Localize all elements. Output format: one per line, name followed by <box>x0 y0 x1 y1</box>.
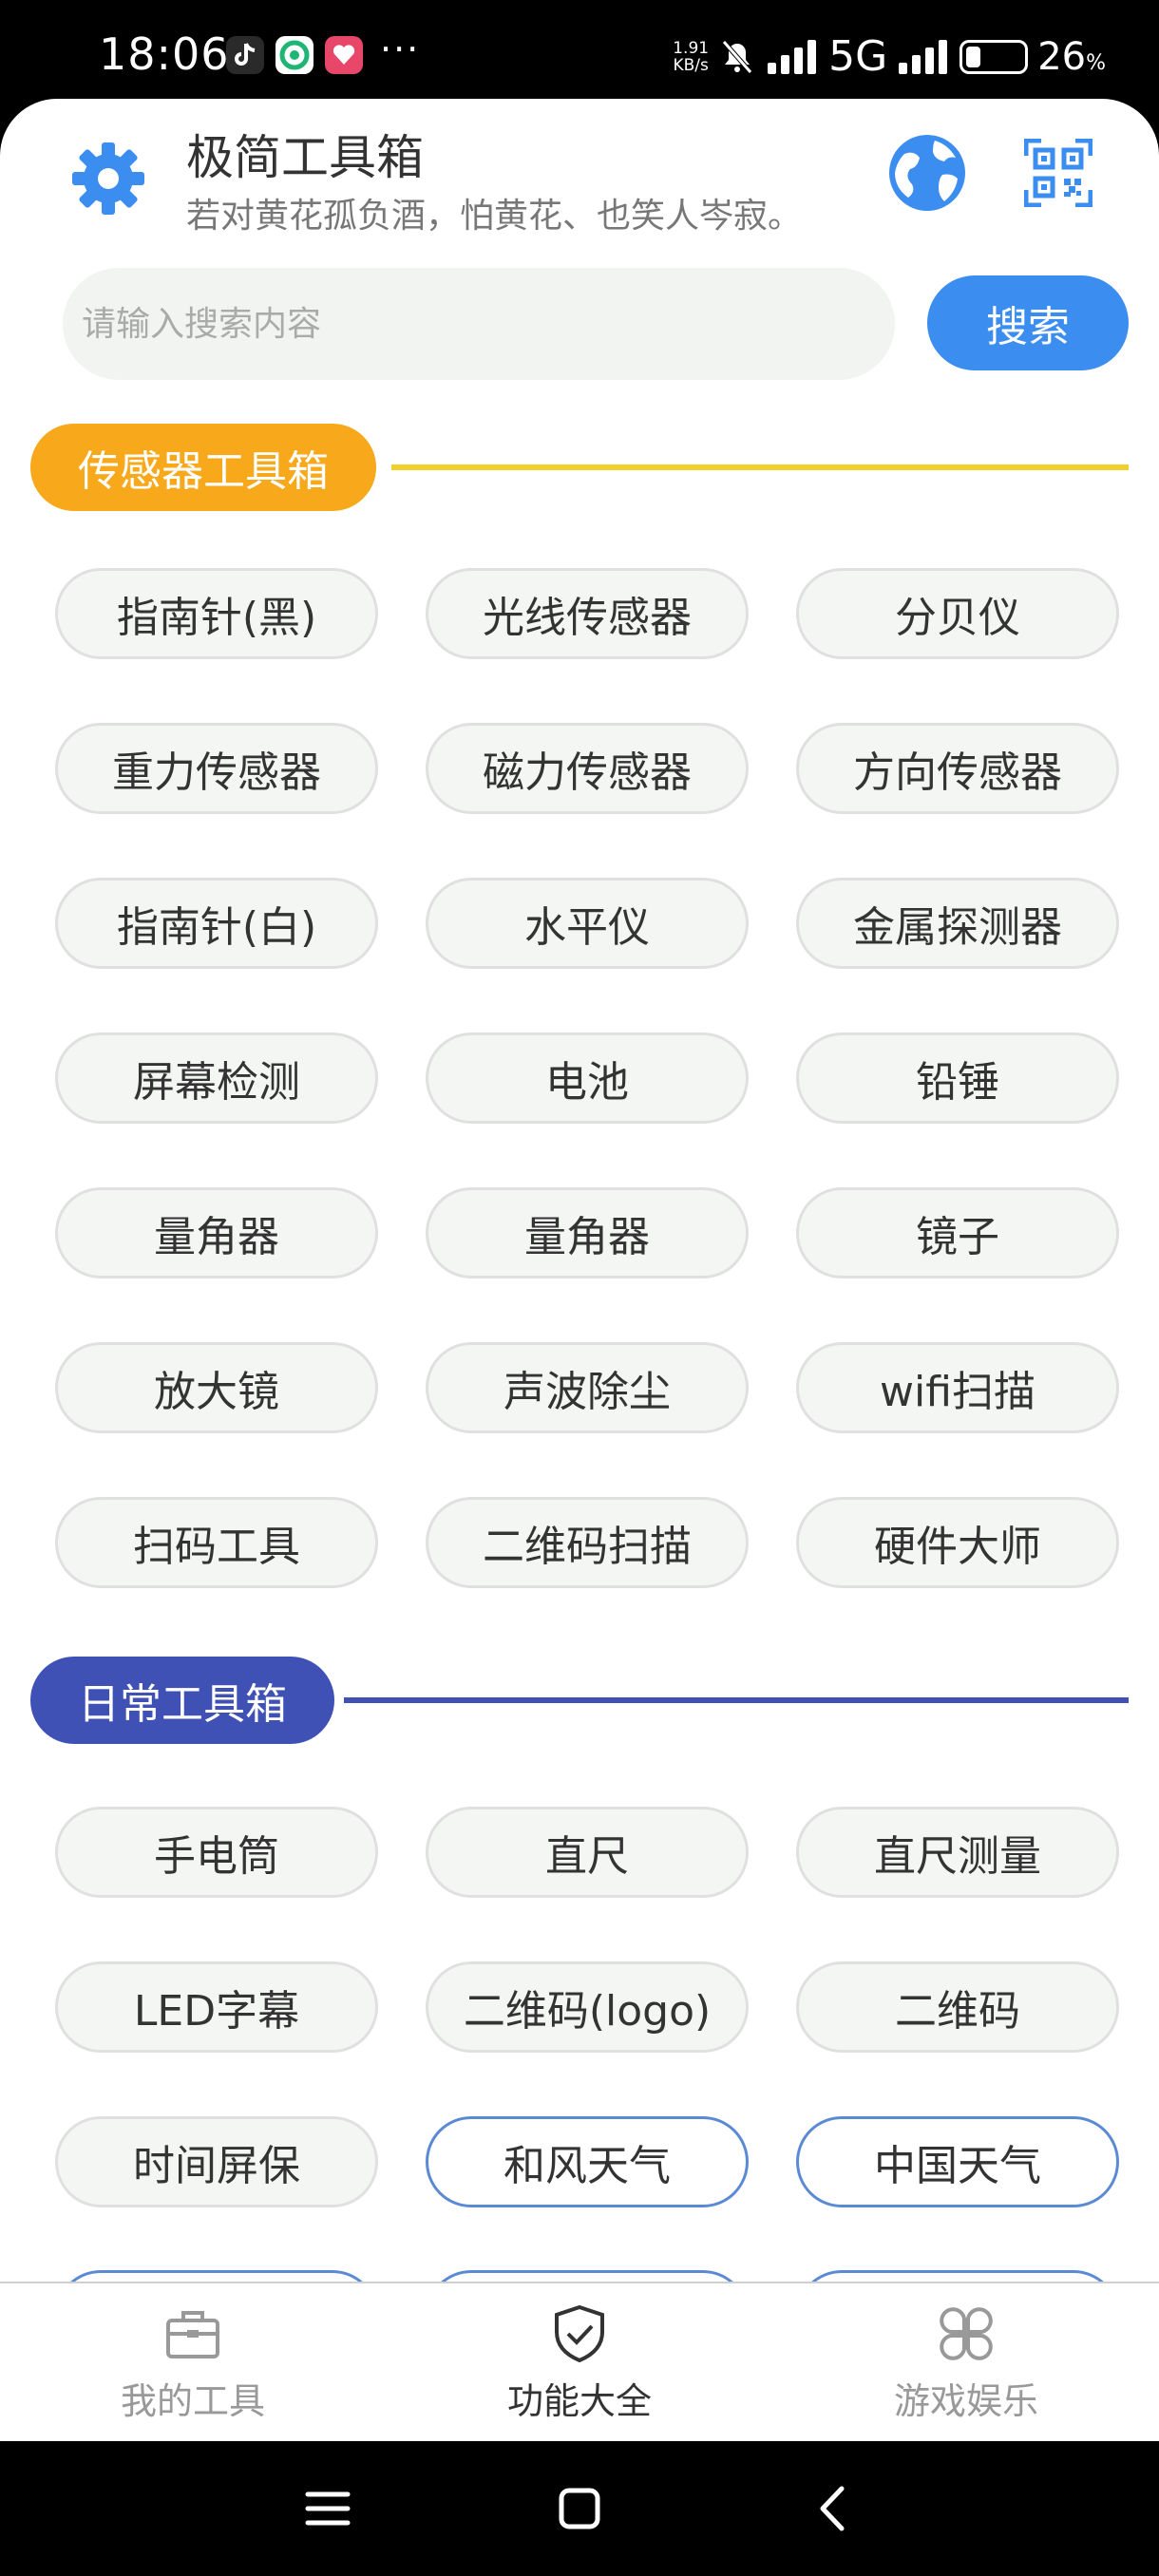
home-icon[interactable] <box>546 2475 613 2542</box>
app-screen: 极简工具箱 若对黄花孤负酒，怕黄花、也笑人岑寂。 搜索 传感器工具箱 指南针(黑… <box>0 99 1159 2441</box>
mute-icon <box>722 39 752 74</box>
section-divider <box>344 1697 1129 1703</box>
back-icon[interactable] <box>800 2475 866 2542</box>
app-notification-icon <box>276 36 314 74</box>
tool-button[interactable]: 方向传感器 <box>796 723 1119 814</box>
tool-button[interactable]: 磁力传感器 <box>426 723 749 814</box>
tool-button[interactable]: 二维码扫描 <box>426 1497 749 1588</box>
tool-button[interactable]: 重力传感器 <box>55 723 378 814</box>
tool-button[interactable]: 分贝仪 <box>796 568 1119 659</box>
tool-button[interactable]: 直尺测量 <box>796 1807 1119 1898</box>
nav-item-games[interactable]: 游戏娱乐 <box>773 2283 1159 2443</box>
tool-button[interactable]: 指南针(黑) <box>55 568 378 659</box>
search-input-container[interactable] <box>63 268 895 380</box>
network-speed: 1.91 KB/s <box>673 38 710 75</box>
qr-scan-icon[interactable] <box>1024 139 1092 207</box>
section-title: 日常工具箱 <box>30 1657 334 1744</box>
tool-button[interactable]: 手电筒 <box>55 1807 378 1898</box>
app-title: 极简工具箱 <box>186 130 424 185</box>
grid-apps-icon <box>940 2306 993 2360</box>
signal-icon <box>899 39 948 74</box>
section-divider <box>391 464 1129 470</box>
tiktok-icon <box>226 36 264 74</box>
search-button[interactable]: 搜索 <box>927 275 1129 370</box>
nav-label: 游戏娱乐 <box>893 2379 1038 2422</box>
system-navigation-bar <box>0 2441 1159 2576</box>
tool-button[interactable]: 量角器 <box>426 1187 749 1279</box>
nav-label: 我的工具 <box>120 2379 265 2422</box>
nav-item-all-features[interactable]: 功能大全 <box>387 2283 772 2443</box>
tool-button[interactable]: 铅锤 <box>796 1032 1119 1124</box>
bottom-navigation: 我的工具 功能大全 游戏娱乐 <box>0 2282 1159 2441</box>
section-header-sensors: 传感器工具箱 <box>30 424 1129 511</box>
nav-label: 功能大全 <box>506 2379 652 2422</box>
nav-item-my-tools[interactable]: 我的工具 <box>0 2283 386 2443</box>
tool-button[interactable]: 二维码(logo) <box>426 1961 749 2053</box>
notification-icons: ··· <box>226 28 420 74</box>
tool-button[interactable]: 硬件大师 <box>796 1497 1119 1588</box>
battery-percent: 26% <box>1037 34 1106 79</box>
tool-button[interactable]: 电池 <box>426 1032 749 1124</box>
app-notification-icon <box>325 36 363 74</box>
tool-button[interactable]: 扫码工具 <box>55 1497 378 1588</box>
tool-button[interactable]: LED字幕 <box>55 1961 378 2053</box>
gear-icon[interactable] <box>68 139 148 218</box>
tool-button[interactable]: 中国天气 <box>796 2116 1119 2207</box>
tool-button[interactable]: 放大镜 <box>55 1342 378 1433</box>
tool-button[interactable]: 直尺 <box>426 1807 749 1898</box>
tool-button[interactable]: 二维码 <box>796 1961 1119 2053</box>
tool-button[interactable]: 屏幕检测 <box>55 1032 378 1124</box>
tool-button[interactable]: 指南针(白) <box>55 878 378 969</box>
status-indicators: 1.91 KB/s 5G 26% <box>673 32 1106 81</box>
battery-icon <box>960 39 1029 74</box>
signal-icon <box>768 39 817 74</box>
tool-button[interactable]: 和风天气 <box>426 2116 749 2207</box>
tool-button[interactable]: 声波除尘 <box>426 1342 749 1433</box>
status-time: 18:06 <box>99 28 230 80</box>
tool-button[interactable]: wifi扫描 <box>796 1342 1119 1433</box>
tool-button[interactable]: 镜子 <box>796 1187 1119 1279</box>
tool-button[interactable]: 水平仪 <box>426 878 749 969</box>
globe-icon[interactable] <box>887 133 967 213</box>
status-bar: 18:06 ··· 1.91 KB/s 5G 26% <box>0 0 1159 104</box>
app-header: 极简工具箱 若对黄花孤负酒，怕黄花、也笑人岑寂。 <box>0 99 1159 251</box>
battery-level <box>966 46 981 67</box>
network-type: 5G <box>828 32 888 81</box>
tool-button[interactable]: 金属探测器 <box>796 878 1119 969</box>
section-header-daily: 日常工具箱 <box>30 1657 1129 1744</box>
more-notifications-icon: ··· <box>380 28 421 70</box>
search-input[interactable] <box>82 304 895 344</box>
toolbox-icon <box>166 2310 219 2358</box>
tool-button[interactable]: 量角器 <box>55 1187 378 1279</box>
menu-icon[interactable] <box>294 2475 361 2542</box>
app-subtitle: 若对黄花孤负酒，怕黄花、也笑人岑寂。 <box>186 197 803 236</box>
section-title: 传感器工具箱 <box>30 424 376 511</box>
shield-check-icon <box>555 2304 604 2362</box>
tool-button[interactable]: 时间屏保 <box>55 2116 378 2207</box>
tool-button[interactable]: 光线传感器 <box>426 568 749 659</box>
